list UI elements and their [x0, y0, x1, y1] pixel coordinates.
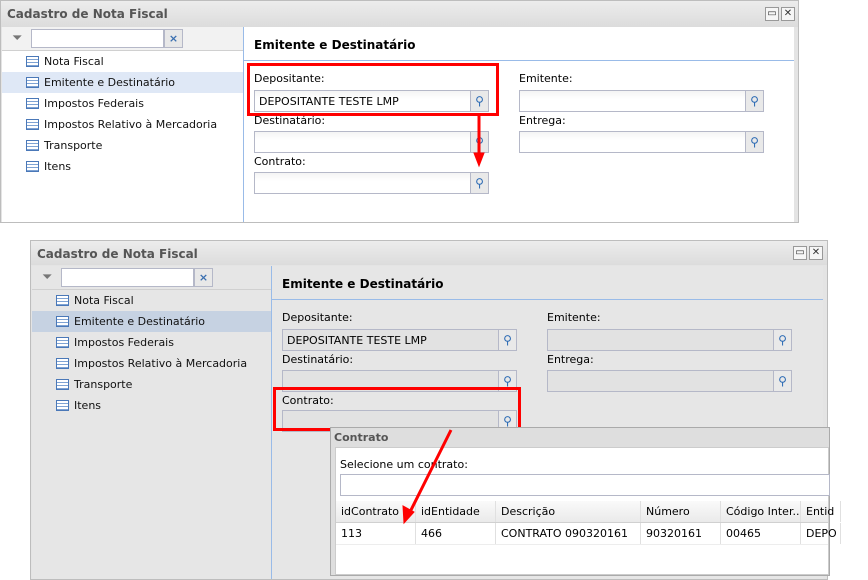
list-icon [56, 295, 69, 306]
entrega-field[interactable]: ⚲ [547, 370, 792, 392]
cell: CONTRATO 090320161 [496, 523, 641, 544]
sidebar-item-impostos-federais[interactable]: Impostos Federais [32, 332, 271, 353]
depositante-field[interactable]: DEPOSITANTE TESTE LMP ⚲ [282, 329, 517, 351]
contrato-search-input[interactable] [340, 474, 830, 496]
dialog-body: Selecione um contrato: idContrato idEnti… [335, 447, 841, 575]
column-header[interactable]: Entid [801, 501, 841, 522]
sidebar-item-label: Emitente e Destinatário [74, 315, 206, 328]
contrato-grid: idContrato idEntidade Descrição Número C… [336, 501, 841, 545]
filter-input[interactable] [61, 268, 194, 287]
depositante-label: Depositante: [282, 311, 353, 324]
column-header[interactable]: Número [641, 501, 721, 522]
list-icon [56, 400, 69, 411]
list-icon [56, 316, 69, 327]
sidebar-item-impostos-mercadoria[interactable]: Impostos Relativo à Mercadoria [32, 353, 271, 374]
sidebar-item-nota-fiscal[interactable]: Nota Fiscal [32, 290, 271, 311]
contrato-dialog: Contrato Selecione um contrato: idContra… [330, 427, 841, 576]
grid-header: idContrato idEntidade Descrição Número C… [336, 501, 841, 523]
sidebar: ⏷ × Nota Fiscal Emitente e Destinatário … [32, 266, 272, 579]
sidebar-item-label: Itens [74, 399, 102, 412]
window-title: Cadastro de Nota Fiscal [37, 247, 198, 261]
cell: 00465 [721, 523, 801, 544]
sidebar-item-label: Impostos Federais [74, 336, 174, 349]
sidebar-item-label: Transporte [74, 378, 133, 391]
list-icon [56, 337, 69, 348]
column-header[interactable]: Código Inter... [721, 501, 801, 522]
sidebar-item-label: Impostos Relativo à Mercadoria [74, 357, 248, 370]
depositante-value: DEPOSITANTE TESTE LMP [287, 334, 427, 347]
close-button[interactable]: ✕ [809, 246, 823, 260]
sidebar-item-itens[interactable]: Itens [32, 395, 271, 416]
cell: 90320161 [641, 523, 721, 544]
cell: DEPO [801, 523, 841, 544]
select-label: Selecione um contrato: [340, 458, 468, 471]
emitente-field[interactable]: ⚲ [547, 329, 792, 351]
sidebar-item-transporte[interactable]: Transporte [32, 374, 271, 395]
search-icon[interactable]: ⚲ [773, 370, 792, 392]
filter-icon: ⏷ [42, 270, 53, 285]
search-icon[interactable]: ⚲ [498, 329, 517, 351]
entrega-label: Entrega: [547, 353, 594, 366]
column-header[interactable]: idEntidade [416, 501, 496, 522]
destinatario-label: Destinatário: [282, 353, 354, 366]
list-icon [56, 358, 69, 369]
column-header[interactable]: Descrição [496, 501, 641, 522]
column-header[interactable]: idContrato [336, 501, 416, 522]
cell: 113 [336, 523, 416, 544]
clear-filter-button[interactable]: × [194, 268, 213, 287]
list-icon [56, 379, 69, 390]
filter-bar: ⏷ × [32, 266, 271, 290]
window-titlebar: Cadastro de Nota Fiscal [31, 241, 827, 265]
table-row[interactable]: 113 466 CONTRATO 090320161 90320161 0046… [336, 523, 841, 545]
dialog-title: Contrato [334, 431, 389, 444]
arrow-top [473, 115, 485, 168]
panel-title: Emitente e Destinatário [272, 266, 823, 300]
maximize-button[interactable]: ▭ [793, 246, 807, 260]
emitente-label: Emitente: [547, 311, 601, 324]
sidebar-item-emitente[interactable]: Emitente e Destinatário [32, 311, 271, 332]
search-icon[interactable]: ⚲ [773, 329, 792, 351]
cell: 466 [416, 523, 496, 544]
sidebar-item-label: Nota Fiscal [74, 294, 134, 307]
highlight-box [273, 387, 521, 431]
